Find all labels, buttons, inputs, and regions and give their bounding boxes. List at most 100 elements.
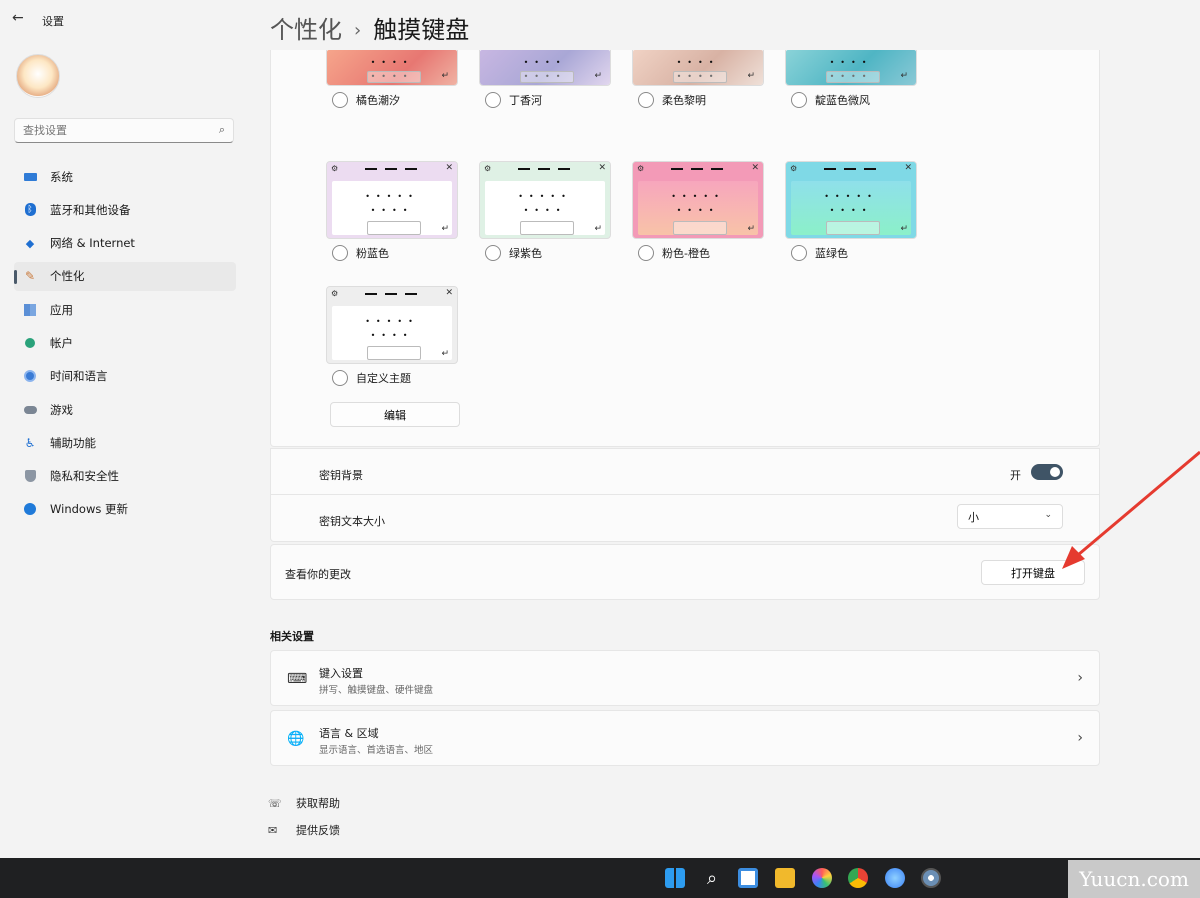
theme-radio[interactable] (638, 245, 654, 261)
back-arrow-icon[interactable]: ← (12, 10, 24, 26)
feedback-icon: ✉ (268, 823, 278, 837)
theme-option[interactable]: •••• •••• ↵ 橘色潮汐 (326, 50, 460, 108)
breadcrumb: 个性化 › 触摸键盘 (270, 10, 469, 45)
start-icon[interactable] (665, 868, 685, 888)
shield-icon (23, 469, 37, 483)
key-text-size-label: 密钥文本大小 (319, 515, 385, 528)
theme-option[interactable]: ⚙ ✕ ••••• •••• ↵ 粉蓝色 (326, 161, 460, 261)
sidebar-item-gaming[interactable]: 游戏 (14, 395, 236, 424)
theme-label: 绿紫色 (509, 247, 542, 260)
chevron-right-icon: › (1077, 670, 1083, 686)
search-input[interactable] (15, 119, 203, 142)
theme-thumbnail[interactable]: ⚙ ✕ ••••• •••• ↵ (785, 161, 917, 239)
sidebar-item-privacy[interactable]: 隐私和安全性 (14, 462, 236, 491)
search-box[interactable]: ⌕ (14, 118, 234, 143)
theme-label: 自定义主题 (356, 372, 411, 385)
get-help-link[interactable]: ☏ 获取帮助 (268, 795, 340, 811)
sidebar-item-accessibility[interactable]: ♿ 辅助功能 (14, 428, 236, 457)
help-icon: ☏ (268, 796, 282, 810)
feedback-link[interactable]: ✉ 提供反馈 (268, 822, 340, 838)
key-background-toggle[interactable] (1031, 464, 1063, 480)
theme-option[interactable]: ⚙ ✕ ••••• •••• ↵ 蓝绿色 (785, 161, 919, 261)
app-title: 设置 (42, 15, 64, 28)
theme-thumbnail[interactable]: ⚙ ✕ ••••• •••• ↵ (326, 161, 458, 239)
chevron-right-icon: › (1077, 730, 1083, 746)
theme-radio[interactable] (638, 92, 654, 108)
theme-thumbnail[interactable]: •••• •••• ↵ (326, 50, 458, 86)
sidebar-item-accounts[interactable]: 帐户 (14, 328, 236, 357)
sidebar-item-windows-update[interactable]: Windows 更新 (14, 495, 236, 524)
theme-option[interactable]: ⚙ ✕ ••••• •••• ↵ 粉色-橙色 (632, 161, 766, 261)
theme-thumbnail[interactable]: •••• •••• ↵ (632, 50, 764, 86)
theme-option[interactable]: ⚙ ✕ ••••• •••• ↵ 自定义主题 (326, 286, 460, 386)
theme-radio[interactable] (332, 245, 348, 261)
theme-radio[interactable] (332, 92, 348, 108)
key-text-size-dropdown[interactable]: 小 ⌄ (957, 504, 1063, 529)
photos-icon[interactable] (812, 868, 832, 888)
theme-radio[interactable] (332, 370, 348, 386)
task-view-icon[interactable] (738, 868, 758, 888)
gamepad-icon (23, 403, 37, 417)
avatar[interactable] (16, 54, 60, 98)
sidebar-item-personalization[interactable]: ✎ 个性化 (14, 261, 236, 291)
breadcrumb-parent[interactable]: 个性化 (270, 16, 342, 44)
sidebar-item-label: 应用 (50, 302, 73, 317)
sidebar-item-bluetooth[interactable]: ᛒ 蓝牙和其他设备 (14, 195, 236, 224)
get-help-label: 获取帮助 (296, 797, 340, 810)
link-title: 键入设置 (319, 667, 363, 680)
taskbar: ⌕ Yuucn.com (0, 858, 1200, 898)
theme-label: 粉色-橙色 (662, 247, 710, 260)
sidebar-item-label: 游戏 (50, 402, 73, 417)
globe-clock-icon (23, 369, 37, 383)
theme-option[interactable]: ⚙ ✕ ••••• •••• ↵ 绿紫色 (479, 161, 613, 261)
sidebar-item-system[interactable]: 系统 (14, 162, 236, 191)
theme-label: 蓝绿色 (815, 247, 848, 260)
settings-gear-icon[interactable] (921, 868, 941, 888)
sidebar-item-network[interactable]: ◆ 网络 & Internet (14, 229, 236, 258)
key-background-label: 密钥背景 (319, 469, 363, 482)
bluetooth-icon: ᛒ (23, 203, 37, 217)
sidebar-item-label: 隐私和安全性 (50, 469, 119, 484)
open-keyboard-button[interactable]: 打开键盘 (981, 560, 1085, 585)
search-icon[interactable]: ⌕ (702, 868, 722, 889)
theme-option[interactable]: •••• •••• ↵ 丁香河 (479, 50, 613, 108)
theme-thumbnail[interactable]: ⚙ ✕ ••••• •••• ↵ (479, 161, 611, 239)
file-explorer-icon[interactable] (775, 868, 795, 888)
theme-thumbnail[interactable]: ⚙ ✕ ••••• •••• ↵ (326, 286, 458, 364)
search-icon[interactable]: ⌕ (219, 123, 225, 137)
theme-radio[interactable] (791, 245, 807, 261)
breadcrumb-separator-icon: › (354, 20, 362, 41)
feedback-label: 提供反馈 (296, 824, 340, 837)
theme-radio[interactable] (485, 245, 501, 261)
sidebar: ← 设置 ⌕ 系统 ᛒ 蓝牙和其他设备 ◆ 网络 & Internet ✎ 个性化 应… (0, 0, 248, 858)
toggle-state-label: 开 (1010, 469, 1021, 482)
theme-option[interactable]: •••• •••• ↵ 靛蓝色微风 (785, 50, 919, 108)
theme-radio[interactable] (791, 92, 807, 108)
theme-option[interactable]: •••• •••• ↵ 柔色黎明 (632, 50, 766, 108)
sidebar-item-label: 网络 & Internet (50, 236, 135, 251)
sidebar-item-apps[interactable]: 应用 (14, 295, 236, 324)
theme-label: 柔色黎明 (662, 94, 706, 107)
theme-label: 橘色潮汐 (356, 94, 400, 107)
theme-radio[interactable] (485, 92, 501, 108)
dropdown-value: 小 (968, 510, 979, 524)
paint-icon[interactable] (885, 868, 905, 888)
link-subtitle: 显示语言、首选语言、地区 (319, 745, 434, 756)
system-icon (23, 170, 37, 184)
theme-thumbnail[interactable]: ⚙ ✕ ••••• •••• ↵ (632, 161, 764, 239)
sidebar-item-time-language[interactable]: 时间和语言 (14, 362, 236, 391)
link-subtitle: 拼写、触摸键盘、硬件键盘 (319, 685, 434, 696)
theme-thumbnail[interactable]: •••• •••• ↵ (785, 50, 917, 86)
key-text-size-setting: 密钥文本大小 小 ⌄ (270, 495, 1100, 542)
edit-theme-button[interactable]: 编辑 (330, 402, 460, 427)
preview-label: 查看你的更改 (285, 568, 351, 581)
theme-thumbnail[interactable]: •••• •••• ↵ (479, 50, 611, 86)
update-icon (23, 502, 37, 516)
language-region-link[interactable]: 🌐 语言 & 区域 显示语言、首选语言、地区 › (270, 710, 1100, 766)
chevron-down-icon: ⌄ (1044, 510, 1052, 520)
keyboard-themes-panel: •••• •••• ↵ 橘色潮汐 •••• •••• ↵ 丁香河 •••• •••• ↵ 柔… (270, 50, 1100, 447)
chrome-icon[interactable] (848, 868, 868, 888)
typing-settings-link[interactable]: ⌨ 键入设置 拼写、触摸键盘、硬件键盘 › (270, 650, 1100, 706)
sidebar-item-label: 时间和语言 (50, 369, 108, 384)
wifi-icon: ◆ (25, 236, 35, 250)
